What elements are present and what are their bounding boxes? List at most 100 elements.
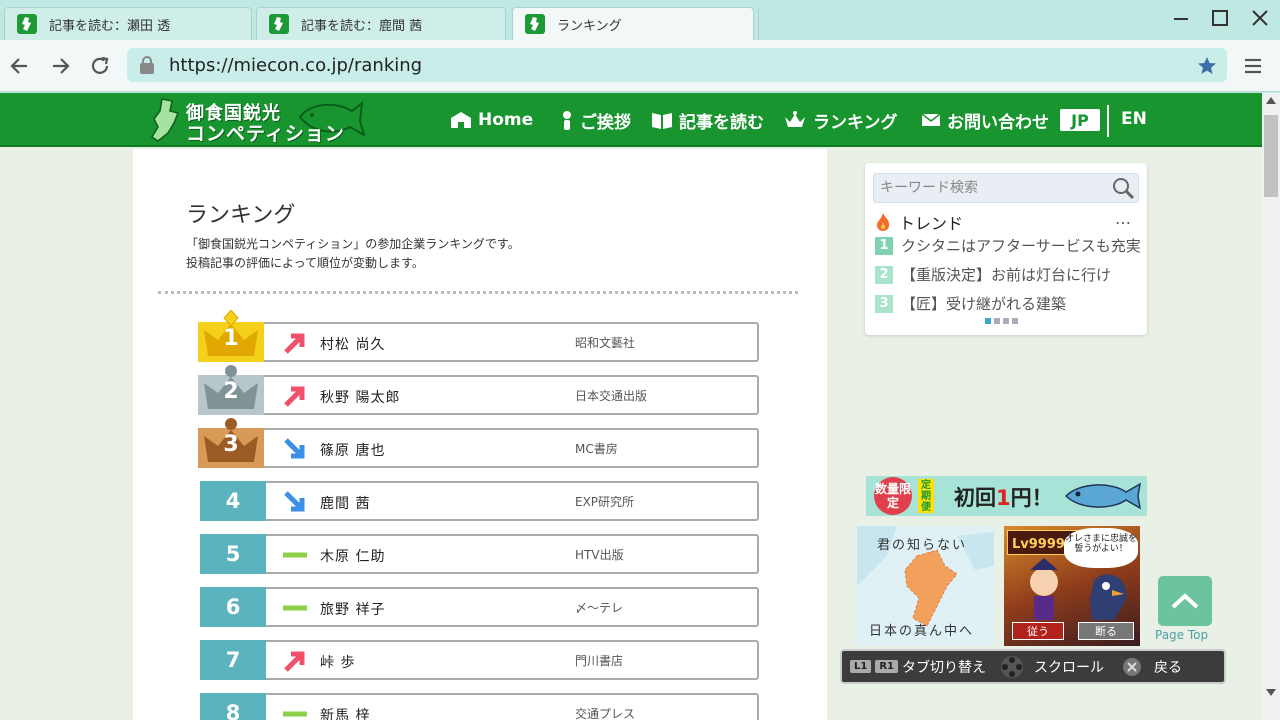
site-header: 御食国鋭光 コンペティション Home ご挨拶 記事を読む ランキング お問い合… <box>0 93 1262 147</box>
trend-same-bar-icon <box>283 711 307 717</box>
rank-badge: 1 <box>198 310 266 362</box>
ranking-row-5[interactable]: 5 木原 仁助 HTV出版 <box>200 534 759 574</box>
ranking-row-6[interactable]: 6 旅野 祥子 〆〜テレ <box>200 587 759 627</box>
url-field[interactable]: https://miecon.co.jp/ranking <box>127 48 1227 82</box>
tab-title: 記事を読む：瀬田 透 <box>49 18 171 34</box>
browser-tab-1[interactable]: 記事を読む：瀬田 透 <box>4 7 252 40</box>
bookmark-star-icon[interactable] <box>1192 52 1222 80</box>
book-icon <box>651 111 673 129</box>
participant-name: 峠 歩 <box>320 655 356 671</box>
trend-same-bar-icon <box>283 605 307 611</box>
ranking-row-2[interactable]: 2 秋野 陽太郎 日本交通出版 <box>198 365 759 415</box>
lock-icon <box>137 55 157 75</box>
lang-jp-button[interactable]: JP <box>1060 109 1100 131</box>
nav-ranking[interactable]: ランキング <box>783 107 898 133</box>
company-name: 昭和文藝社 <box>575 336 636 350</box>
participant-name: 旅野 祥子 <box>320 602 386 618</box>
trend-up-arrow-icon <box>284 386 305 407</box>
scroll-up-icon[interactable] <box>1265 95 1277 108</box>
rank-number: 1 <box>223 326 239 351</box>
controller-hint-bar: L1 R1 タブ切り替え スクロール 戻る <box>840 649 1226 684</box>
back-arrow-icon[interactable] <box>5 52 35 80</box>
nav-greeting[interactable]: ご挨拶 <box>560 107 631 133</box>
reload-icon[interactable] <box>85 52 115 80</box>
scrollbar-thumb[interactable] <box>1264 115 1278 197</box>
ranking-row-1[interactable]: 1 村松 尚久 昭和文藝社 <box>198 310 759 362</box>
trend-item[interactable]: 3 【匠】受け継がれる建築 <box>875 293 1143 314</box>
dotted-divider <box>158 291 798 294</box>
lang-en-button[interactable]: EN <box>1121 109 1147 129</box>
forward-arrow-icon[interactable] <box>45 52 75 80</box>
game-ad[interactable]: Lv9999 魔王 オレさまに忠誠を誓うがよい！ 従う 断る <box>1004 526 1140 646</box>
ranking-row-3[interactable]: 3 篠原 唐也 MC書房 <box>198 418 759 468</box>
page-top-button[interactable] <box>1158 576 1212 626</box>
map-ad[interactable]: 君の知らない 日本の真ん中へ <box>857 526 994 646</box>
rank-badge: 2 <box>198 365 266 415</box>
dpad-icon <box>1000 655 1024 679</box>
mie-map-logo-icon <box>150 98 180 142</box>
minimize-icon[interactable] <box>1166 8 1196 32</box>
map-ad-top-text: 君の知らない <box>877 538 968 553</box>
obey-button[interactable]: 従う <box>1012 622 1064 640</box>
address-bar: https://miecon.co.jp/ranking <box>0 40 1280 92</box>
browser-tab-3[interactable]: ランキング <box>512 7 754 40</box>
page-title: ランキング <box>186 203 296 228</box>
lang-divider <box>1107 105 1109 137</box>
l1-key: L1 <box>850 660 872 673</box>
rank-badge: 3 <box>198 418 266 468</box>
pager-dot[interactable] <box>985 318 991 324</box>
pager-dot[interactable] <box>1003 318 1009 324</box>
site-favicon-icon <box>17 14 37 34</box>
company-name: 日本交通出版 <box>575 389 648 403</box>
trend-down-arrow-icon <box>284 491 305 512</box>
pager-dot[interactable] <box>1012 318 1018 324</box>
fire-icon <box>875 212 891 232</box>
trend-down-arrow-icon <box>284 438 305 459</box>
close-icon[interactable] <box>1245 8 1275 32</box>
more-icon[interactable]: … <box>1115 209 1132 228</box>
search-input[interactable]: キーワード検索 <box>873 173 1139 203</box>
ranking-row-4[interactable]: 4 鹿間 茜 EXP研究所 <box>200 481 759 521</box>
fish-icon <box>1064 482 1141 510</box>
home-icon <box>450 111 472 129</box>
company-name: EXP研究所 <box>575 495 635 509</box>
vertical-scrollbar[interactable] <box>1262 93 1280 720</box>
nav-label: ご挨拶 <box>580 112 631 133</box>
pager-dot[interactable] <box>994 318 1000 324</box>
tab-title: 記事を読む：鹿間 茜 <box>301 18 423 34</box>
refuse-button[interactable]: 断る <box>1078 622 1134 640</box>
url-text: https://miecon.co.jp/ranking <box>169 54 423 76</box>
search-icon[interactable] <box>1111 176 1135 204</box>
rank-badge: 7 <box>200 640 266 680</box>
maximize-icon[interactable] <box>1205 8 1235 32</box>
nav-home[interactable]: Home <box>450 107 533 133</box>
trend-rank: 3 <box>875 294 893 313</box>
browser-tab-2[interactable]: 記事を読む：鹿間 茜 <box>256 7 506 40</box>
scroll-down-icon[interactable] <box>1265 688 1277 701</box>
ranking-row-7[interactable]: 7 峠 歩 門川書店 <box>200 640 759 680</box>
person-icon <box>560 110 574 130</box>
ad-headline-a: 初回 <box>954 486 996 510</box>
company-name: 〆〜テレ <box>575 601 624 615</box>
trend-up-arrow-icon <box>284 333 305 354</box>
trend-item[interactable]: 1 クシタニはアフターサービスも充実 <box>875 235 1143 256</box>
menu-icon[interactable] <box>1238 52 1268 80</box>
ranking-row-8[interactable]: 8 新馬 梓 交通プレス <box>200 693 759 720</box>
ad-banner[interactable]: 数量限定 定期便 初回1円！ <box>866 476 1147 516</box>
carousel-pager <box>985 318 1018 324</box>
search-trend-card: キーワード検索 トレンド … 1 クシタニはアフターサービスも充実 2 【重版決… <box>865 163 1147 335</box>
chevron-up-icon <box>1171 593 1199 609</box>
trend-item[interactable]: 2 【重版決定】お前は灯台に行け <box>875 264 1143 285</box>
mail-icon <box>921 112 941 128</box>
company-name: 交通プレス <box>575 707 636 720</box>
nav-contact[interactable]: お問い合わせ <box>921 107 1049 133</box>
site-favicon-icon <box>269 14 289 34</box>
site-logo[interactable]: 御食国鋭光 コンペティション <box>148 95 368 145</box>
trend-up-arrow-icon <box>284 651 305 672</box>
nav-label: ランキング <box>813 112 898 133</box>
trend-rank: 2 <box>875 265 893 284</box>
page-content: 御食国鋭光 コンペティション Home ご挨拶 記事を読む ランキング お問い合… <box>0 93 1262 720</box>
nav-articles[interactable]: 記事を読む <box>651 107 764 133</box>
trend-rank: 1 <box>875 236 893 255</box>
trend-heading: トレンド <box>875 210 963 234</box>
